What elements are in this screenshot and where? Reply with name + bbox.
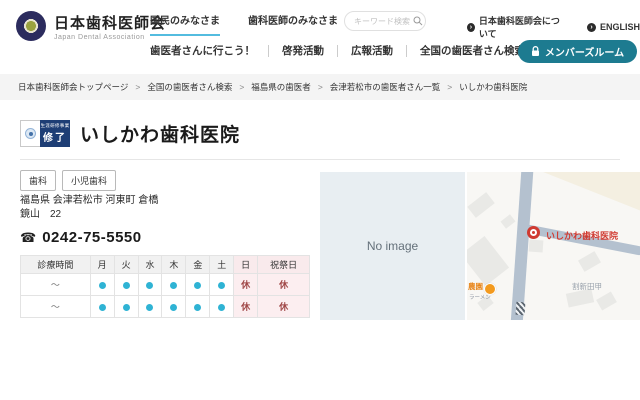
no-image-label: No image [366,239,419,253]
time-range: ～ [20,273,91,296]
nav-divider [406,44,407,57]
col-header-holiday: 祝祭日 [257,255,310,274]
breadcrumb-current: いしかわ歯科医院 [459,82,528,92]
map-poi-label: 農園 [468,282,483,291]
map-building [467,236,510,286]
breadcrumb-separator: > [447,82,453,92]
search-icon[interactable] [413,16,423,26]
map-building [500,214,516,229]
circle-arrow-icon: › [467,22,475,32]
closed-cell: 休 [233,273,259,296]
hours-header-row: 診療時間 月 火 水 木 金 土 日 祝祭日 [20,255,310,274]
time-range: ～ [20,295,91,318]
members-room-button[interactable]: メンバーズルーム [518,40,637,63]
open-dot-icon [170,281,178,289]
about-jda-label: 日本歯科医師会について [478,16,560,39]
map-poi-sublabel: ラーメン [469,295,491,301]
address-line-2: 鏡山 22 [20,209,62,220]
col-header-hours: 診療時間 [20,255,91,274]
no-image-placeholder: No image [320,172,465,320]
open-dot-icon [146,281,154,289]
map-area-label: 割新田甲 [572,282,602,291]
col-header-tue: 火 [113,255,139,274]
clinic-phone: ☎ 0242-75-5550 [20,229,142,246]
breadcrumb-prefecture[interactable]: 福島県の歯医者 [251,81,311,93]
seal-icon [20,120,40,147]
clinic-address: 福島県 会津若松市 河東町 倉橋 鏡山 22 [20,194,158,222]
department-tags: 歯科 小児歯科 [20,170,117,191]
closed-cell: 休 [233,295,259,318]
col-header-sun: 日 [233,255,259,274]
address-line-1: 福島県 会津若松市 河東町 倉橋 [20,195,159,206]
breadcrumb-city-list[interactable]: 会津若松市の歯医者さん一覧 [330,81,441,93]
department-tag-dental: 歯科 [20,170,57,191]
map-road-marker-icon [515,301,526,316]
badge-completed-label: 修了 [43,133,67,144]
phone-icon: ☎ [20,229,37,245]
nav-item-go-to-dentist[interactable]: 歯医者さんに行こう！ [150,43,255,58]
map-canvas[interactable]: いしかわ歯科医院 農園 ラーメン 割新田甲 [467,172,640,320]
page: 日本歯科医師会 Japan Dental Association 国民のみなさま… [0,0,640,400]
col-header-thu: 木 [161,255,187,274]
map-pin-label: いしかわ歯科医院 [546,231,619,241]
open-dot-icon [218,281,226,289]
open-dot-icon [218,303,226,311]
search-input[interactable] [354,16,412,26]
site-header: 日本歯科医師会 Japan Dental Association 国民のみなさま… [0,0,640,74]
members-room-label: メンバーズルーム [544,48,625,59]
closed-cell: 休 [257,295,310,318]
training-completion-badge: 生涯研修事業 修了 [20,120,70,147]
breadcrumb-home[interactable]: 日本歯科医師会トップページ [18,81,128,93]
open-dot-icon [194,303,202,311]
search-box[interactable] [344,11,426,31]
utility-links: › 日本歯科医師会について › ENGLISH [467,14,640,40]
col-header-wed: 水 [137,255,163,274]
open-dot-icon [98,303,106,311]
about-jda-link[interactable]: › 日本歯科医師会について [467,14,565,40]
site-logo[interactable]: 日本歯科医師会 Japan Dental Association [16,11,166,41]
phone-number: 0242-75-5550 [42,229,142,246]
hours-row-2: ～ 休 休 [20,295,310,318]
nav-item-dentist-search[interactable]: 全国の歯医者さん検索 [420,43,525,58]
map-building [578,251,601,272]
open-dot-icon [146,303,154,311]
col-header-mon: 月 [89,255,115,274]
hours-table: 診療時間 月 火 水 木 金 土 日 祝祭日 ～ 休 休 ～ 休 休 [20,255,310,318]
lock-icon [531,46,540,57]
open-dot-icon [122,281,130,289]
english-link[interactable]: › ENGLISH [586,22,640,32]
breadcrumb-separator: > [135,82,141,92]
nav-item-dentists[interactable]: 歯科医師のみなさま [248,12,338,36]
open-dot-icon [194,281,202,289]
secondary-nav: 歯医者さんに行こう！ 啓発活動 広報活動 全国の歯医者さん検索 [150,43,525,58]
open-dot-icon [122,303,130,311]
clinic-name: いしかわ歯科医院 [80,125,241,146]
primary-nav: 国民のみなさま 歯科医師のみなさま [150,12,338,36]
col-header-sat: 土 [209,255,235,274]
department-tag-pediatric: 小児歯科 [62,170,117,191]
nav-item-awareness[interactable]: 啓発活動 [282,43,324,58]
title-divider [20,159,620,160]
closed-cell: 休 [257,273,310,296]
clinic-title-row: 生涯研修事業 修了 いしかわ歯科医院 [20,120,240,147]
map-building [528,239,544,253]
english-label: ENGLISH [599,22,640,32]
breadcrumb: 日本歯科医師会トップページ > 全国の歯医者さん検索 > 福島県の歯医者 > 会… [0,74,640,100]
map-building [596,291,617,311]
breadcrumb-separator: > [239,82,245,92]
jda-emblem-icon [16,11,46,41]
col-header-fri: 金 [185,255,211,274]
breadcrumb-separator: > [317,82,323,92]
breadcrumb-search[interactable]: 全国の歯医者さん検索 [147,81,232,93]
nav-item-citizens[interactable]: 国民のみなさま [150,12,220,36]
nav-item-public-relations[interactable]: 広報活動 [351,43,393,58]
nav-divider [268,44,269,57]
open-dot-icon [170,303,178,311]
map-building [467,192,495,218]
circle-arrow-icon: › [586,22,596,32]
open-dot-icon [98,281,106,289]
nav-divider [337,44,338,57]
map-pin-icon[interactable] [527,226,540,239]
hours-row-1: ～ 休 休 [20,273,310,296]
